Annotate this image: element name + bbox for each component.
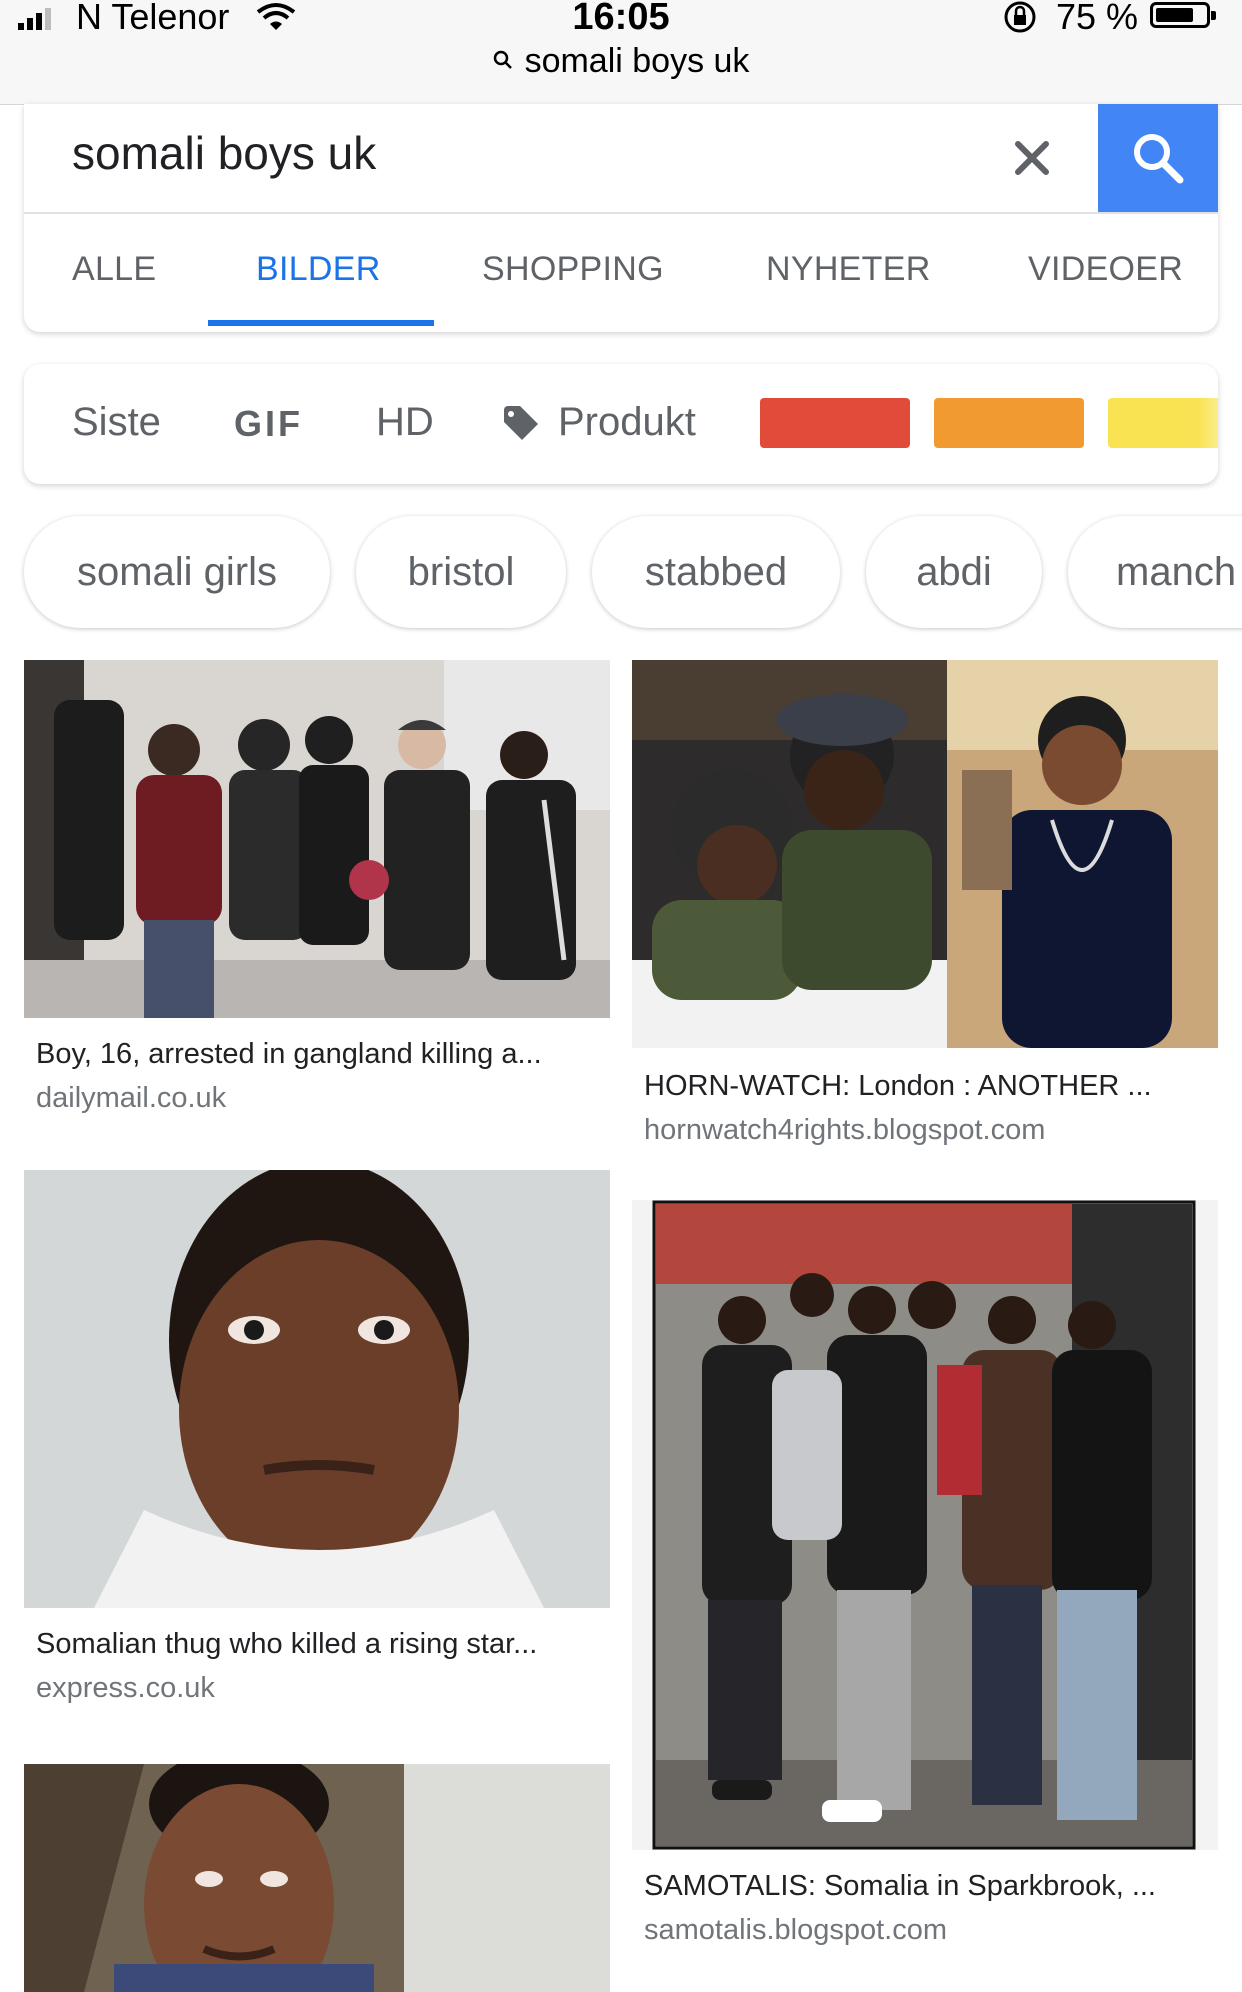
search-button[interactable] <box>1098 104 1218 212</box>
address-bar-text: somali boys uk <box>524 42 750 80</box>
result-thumbnail[interactable] <box>632 660 1218 1048</box>
image-result[interactable]: SAMOTALIS: Somalia in Sparkbrook, ... sa… <box>632 1200 1218 1960</box>
result-thumbnail[interactable] <box>24 660 610 1018</box>
result-title[interactable]: Boy, 16, arrested in gangland killing a.… <box>36 1038 542 1071</box>
battery-icon <box>1150 2 1216 28</box>
image-result[interactable]: Somalian thug who killed a rising star..… <box>24 1170 610 1720</box>
image-result[interactable]: Boy, 16, arrested in gangland killing a.… <box>24 660 610 1130</box>
filter-siste[interactable]: Siste <box>72 400 161 445</box>
color-filter-red[interactable] <box>760 398 910 448</box>
chip-bristol[interactable]: bristol <box>356 516 566 628</box>
chip-manch[interactable]: manch <box>1068 516 1242 628</box>
color-filter-orange[interactable] <box>934 398 1084 448</box>
result-title[interactable]: SAMOTALIS: Somalia in Sparkbrook, ... <box>644 1870 1156 1903</box>
result-thumbnail[interactable] <box>24 1764 610 1992</box>
tab-shopping[interactable]: SHOPPING <box>482 250 664 289</box>
status-bar: N Telenor 16:05 75 % somali boys uk <box>0 0 1242 105</box>
search-icon <box>1134 134 1184 184</box>
search-tabs: ALLE BILDER SHOPPING NYHETER VIDEOER <box>24 214 1218 332</box>
color-filter-yellow[interactable] <box>1108 398 1218 448</box>
result-thumbnail[interactable] <box>24 1170 610 1608</box>
search-card: somali boys uk ALLE BILDER SHOPPING NYHE… <box>24 104 1218 332</box>
chip-abdi[interactable]: abdi <box>866 516 1042 628</box>
tag-icon <box>504 406 538 440</box>
chip-somali-girls[interactable]: somali girls <box>24 516 330 628</box>
result-domain[interactable]: samotalis.blogspot.com <box>644 1914 947 1947</box>
active-tab-indicator <box>208 320 434 326</box>
chip-stabbed[interactable]: stabbed <box>592 516 840 628</box>
tab-bilder[interactable]: BILDER <box>256 250 381 289</box>
filter-hd[interactable]: HD <box>376 400 434 445</box>
tab-alle[interactable]: ALLE <box>72 250 156 289</box>
image-result[interactable]: HORN-WATCH: London : ANOTHER ... hornwat… <box>632 660 1218 1160</box>
clear-search-icon[interactable] <box>1004 130 1060 186</box>
result-title[interactable]: Somalian thug who killed a rising star..… <box>36 1628 537 1661</box>
tab-videoer[interactable]: VIDEOER <box>1028 250 1183 289</box>
filter-produkt[interactable]: Produkt <box>558 400 696 445</box>
battery-percentage: 75 % <box>1056 0 1139 37</box>
result-domain[interactable]: dailymail.co.uk <box>36 1082 226 1115</box>
address-bar[interactable]: somali boys uk <box>0 42 1242 81</box>
filter-bar: Siste GIF HD Produkt <box>24 364 1218 484</box>
search-icon <box>493 50 512 69</box>
filter-gif[interactable]: GIF <box>234 403 303 445</box>
rotation-lock-icon <box>1004 1 1036 33</box>
search-input[interactable]: somali boys uk <box>72 126 376 180</box>
tab-nyheter[interactable]: NYHETER <box>766 250 931 289</box>
image-result[interactable] <box>24 1764 610 1992</box>
result-domain[interactable]: hornwatch4rights.blogspot.com <box>644 1114 1045 1147</box>
related-searches: somali girls bristol stabbed abdi manch <box>0 512 1242 636</box>
result-thumbnail[interactable] <box>632 1200 1218 1850</box>
result-title[interactable]: HORN-WATCH: London : ANOTHER ... <box>644 1070 1152 1103</box>
search-box[interactable]: somali boys uk <box>24 104 1218 214</box>
result-domain[interactable]: express.co.uk <box>36 1672 215 1705</box>
